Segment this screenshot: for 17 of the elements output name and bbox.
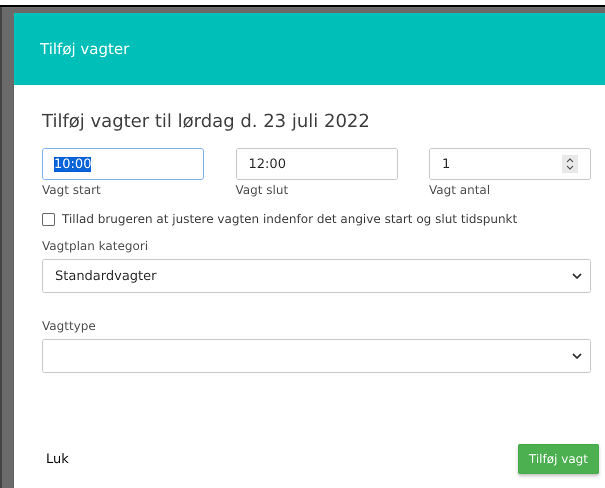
field-label: Vagt antal (429, 183, 492, 197)
select-label: Vagttype (42, 319, 97, 333)
chevron-down-icon (572, 352, 582, 360)
spinner-icon[interactable] (562, 155, 578, 173)
select-label: Vagtplan kategori (42, 239, 150, 253)
checkbox-label: Tillad brugeren at justere vagten indenfor det angive start og slut tidspunkt (62, 212, 518, 226)
close-button[interactable]: Luk (42, 448, 73, 470)
chevron-down-icon (572, 272, 582, 280)
dialog-heading: Tilføj vagter til lørdag d. 23 juli 2022 (42, 111, 371, 132)
checkbox[interactable] (42, 212, 55, 226)
input-field[interactable]: 12:00 (236, 148, 398, 180)
dialog-title: Tilføj vagter (40, 40, 130, 58)
input-field[interactable]: 10:00 (42, 148, 204, 180)
input-field[interactable]: 1 (429, 148, 591, 180)
field-label: Vagt slut (236, 183, 290, 197)
field-label: Vagt start (42, 183, 102, 197)
select-dropdown[interactable]: Standardvagter (42, 259, 591, 293)
